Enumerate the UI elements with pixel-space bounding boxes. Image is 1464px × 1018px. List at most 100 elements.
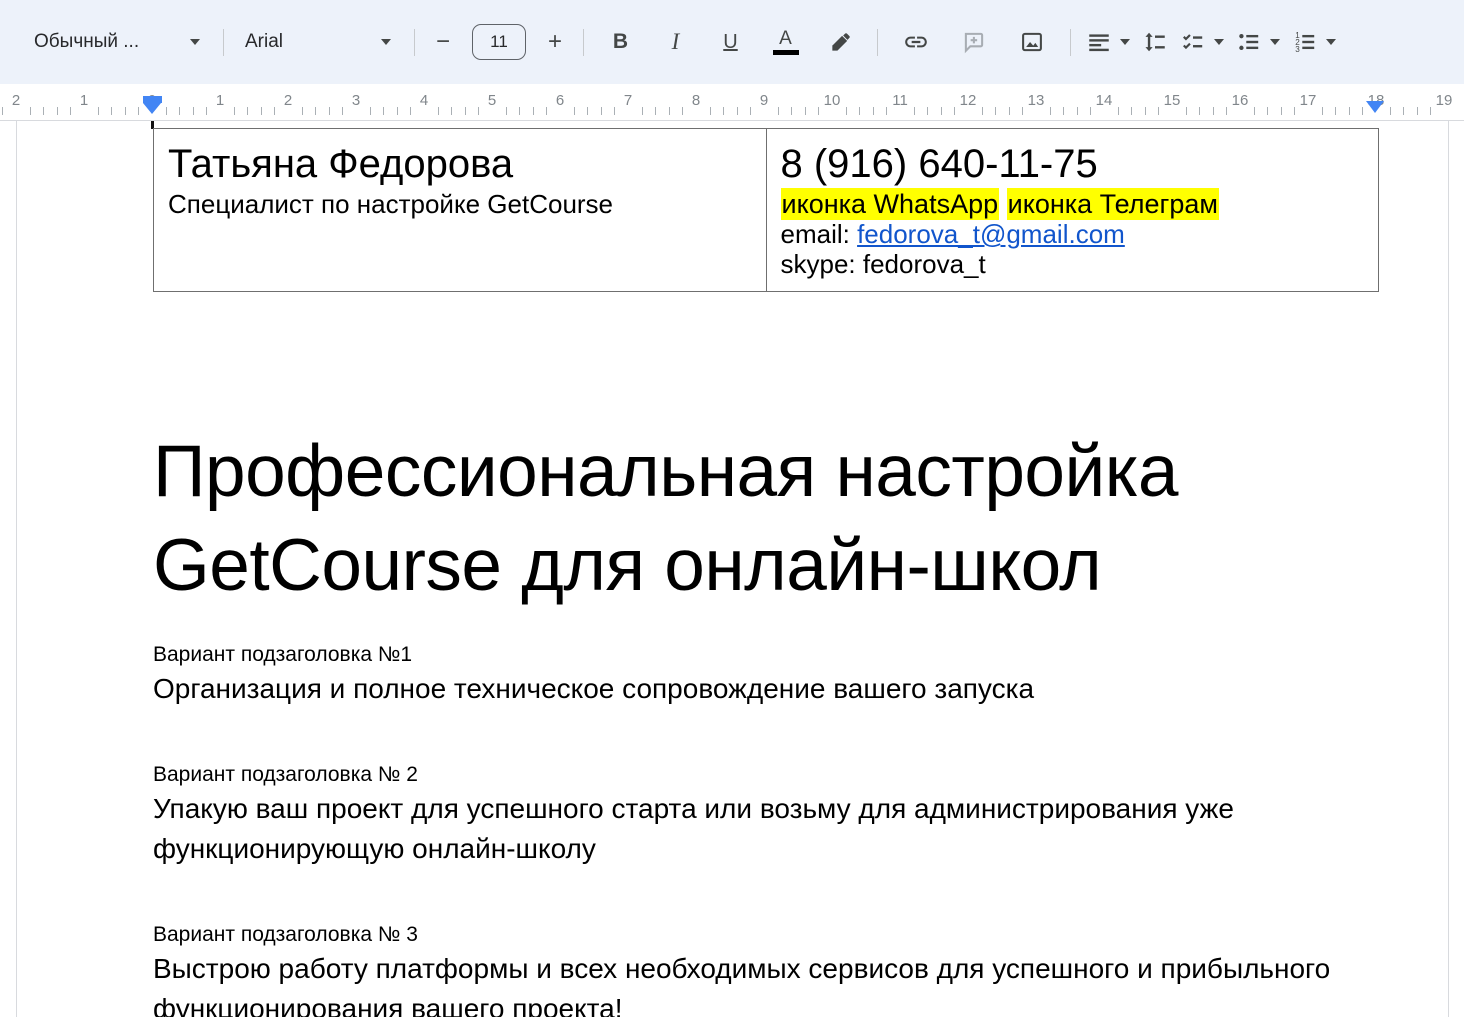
ruler-tick (1321, 107, 1323, 115)
font-size-input[interactable]: 11 (472, 24, 526, 60)
ruler-tick (124, 107, 126, 115)
italic-button[interactable]: I (648, 21, 703, 63)
increase-font-size-button[interactable]: + (536, 21, 574, 63)
add-comment-button[interactable] (945, 21, 1003, 63)
svg-text:3: 3 (1295, 45, 1300, 54)
ruler-tick (260, 107, 262, 115)
ruler-tick (206, 107, 208, 115)
ruler-tick (750, 107, 752, 115)
ruler-tick (859, 107, 861, 115)
insert-link-button[interactable] (887, 21, 945, 63)
align-button[interactable] (1080, 21, 1136, 63)
ruler-tick (1389, 107, 1391, 115)
ruler-tick (192, 107, 194, 115)
ruler-tick (396, 107, 398, 115)
checklist-button[interactable] (1174, 21, 1230, 63)
font-family-selector[interactable]: Arial (233, 21, 405, 63)
highlight-color-button[interactable] (813, 21, 868, 63)
line-spacing-button[interactable] (1136, 21, 1174, 63)
subtitle-label[interactable]: Вариант подзаголовка №1 (153, 641, 1379, 669)
skype-line[interactable]: skype: fedorova_t (781, 249, 1365, 279)
ruler-tick (29, 107, 31, 115)
line-spacing-icon (1145, 32, 1165, 52)
chevron-down-icon (190, 39, 200, 45)
paragraph-style-label: Обычный ... (34, 31, 140, 52)
ruler-tick (464, 107, 466, 115)
toolbar-separator (414, 28, 415, 56)
email-line[interactable]: email: fedorova_t@gmail.com (781, 219, 1365, 249)
chevron-down-icon (1120, 39, 1130, 45)
document-title[interactable]: Профессиональная настройка GetCourse для… (153, 425, 1379, 613)
chevron-down-icon (381, 39, 391, 45)
numbered-list-button[interactable]: 1 2 3 (1286, 21, 1342, 63)
subtitle-text[interactable]: Выстрою работу платформы и всех необходи… (153, 949, 1379, 1017)
toolbar-separator (877, 28, 878, 56)
ruler-tick (383, 107, 385, 115)
ruler-tick (233, 107, 235, 115)
ruler-tick (1267, 107, 1269, 115)
ruler-number: 4 (419, 92, 429, 109)
ruler-tick (328, 107, 330, 115)
bold-button[interactable]: B (593, 21, 648, 63)
phone-number[interactable]: 8 (916) 640-11-75 (781, 139, 1365, 189)
ruler-number: 2 (283, 92, 293, 109)
ruler-tick (573, 107, 575, 115)
ruler-tick (1131, 107, 1133, 115)
ruler-number: 5 (487, 92, 497, 109)
ruler-number: 9 (759, 92, 769, 109)
document-canvas[interactable]: Татьяна Федорова Специалист по настройке… (0, 121, 1464, 1017)
ruler-number: 12 (959, 92, 977, 109)
underline-button[interactable]: U (703, 21, 758, 63)
page-content[interactable]: Татьяна Федорова Специалист по настройке… (153, 121, 1379, 1017)
ruler-tick (600, 107, 602, 115)
ruler-tick (1430, 107, 1432, 115)
contact-left-cell[interactable]: Татьяна Федорова Специалист по настройке… (153, 128, 767, 292)
person-role[interactable]: Специалист по настройке GetCourse (168, 189, 752, 219)
email-link[interactable]: fedorova_t@gmail.com (857, 219, 1125, 249)
messenger-line[interactable]: иконка WhatsApp иконка Телеграм (780, 188, 1365, 220)
ruler-number: 15 (1163, 92, 1181, 109)
page-right-edge (1448, 121, 1449, 1017)
font-family-label: Arial (245, 31, 284, 52)
ruler-tick (709, 107, 711, 115)
ruler-tick (1008, 107, 1010, 115)
first-line-indent-marker[interactable] (142, 96, 162, 103)
table-row: Татьяна Федорова Специалист по настройке… (153, 128, 1379, 292)
left-indent-marker[interactable] (142, 96, 162, 114)
ruler[interactable]: 21012345678910111213141516171819 (0, 84, 1464, 121)
ruler-tick (519, 107, 521, 115)
insert-image-button[interactable] (1003, 21, 1061, 63)
ruler-tick (614, 107, 616, 115)
bulleted-list-button[interactable] (1230, 21, 1286, 63)
ruler-tick (927, 107, 929, 115)
ruler-tick (723, 107, 725, 115)
subtitle-section-1[interactable]: Вариант подзаголовка №1 Организация и по… (153, 641, 1379, 709)
ruler-tick (1090, 107, 1092, 115)
toolbar-separator (583, 28, 584, 56)
ruler-tick (1294, 107, 1296, 115)
subtitle-label[interactable]: Вариант подзаголовка № 3 (153, 921, 1379, 949)
contact-table[interactable]: Татьяна Федорова Специалист по настройке… (153, 128, 1379, 292)
ruler-tick (1348, 107, 1350, 115)
ruler-tick (1280, 107, 1282, 115)
contact-right-cell[interactable]: 8 (916) 640-11-75 иконка WhatsApp иконка… (765, 128, 1379, 292)
subtitle-text[interactable]: Организация и полное техническое сопрово… (153, 669, 1379, 709)
paragraph-style-selector[interactable]: Обычный ... (22, 21, 214, 63)
subtitle-section-3[interactable]: Вариант подзаголовка № 3 Выстрою работу … (153, 921, 1379, 1017)
ruler-tick (315, 107, 317, 115)
subtitle-label[interactable]: Вариант подзаголовка № 2 (153, 761, 1379, 789)
ruler-tick (1144, 107, 1146, 115)
page-left-edge (16, 121, 17, 1017)
ruler-tick (437, 107, 439, 115)
decrease-font-size-button[interactable]: − (424, 21, 462, 63)
person-name[interactable]: Татьяна Федорова (168, 139, 752, 189)
subtitle-text[interactable]: Упакую ваш проект для успешного старта и… (153, 789, 1379, 869)
subtitle-section-2[interactable]: Вариант подзаголовка № 2 Упакую ваш прое… (153, 761, 1379, 869)
ruler-number: 14 (1095, 92, 1113, 109)
ruler-tick (1199, 107, 1201, 115)
ruler-number: 11 (892, 92, 908, 109)
ruler-tick (274, 107, 276, 115)
text-color-button[interactable]: A (758, 21, 813, 63)
ruler-tick (1076, 107, 1078, 115)
right-indent-marker[interactable] (1365, 101, 1384, 113)
